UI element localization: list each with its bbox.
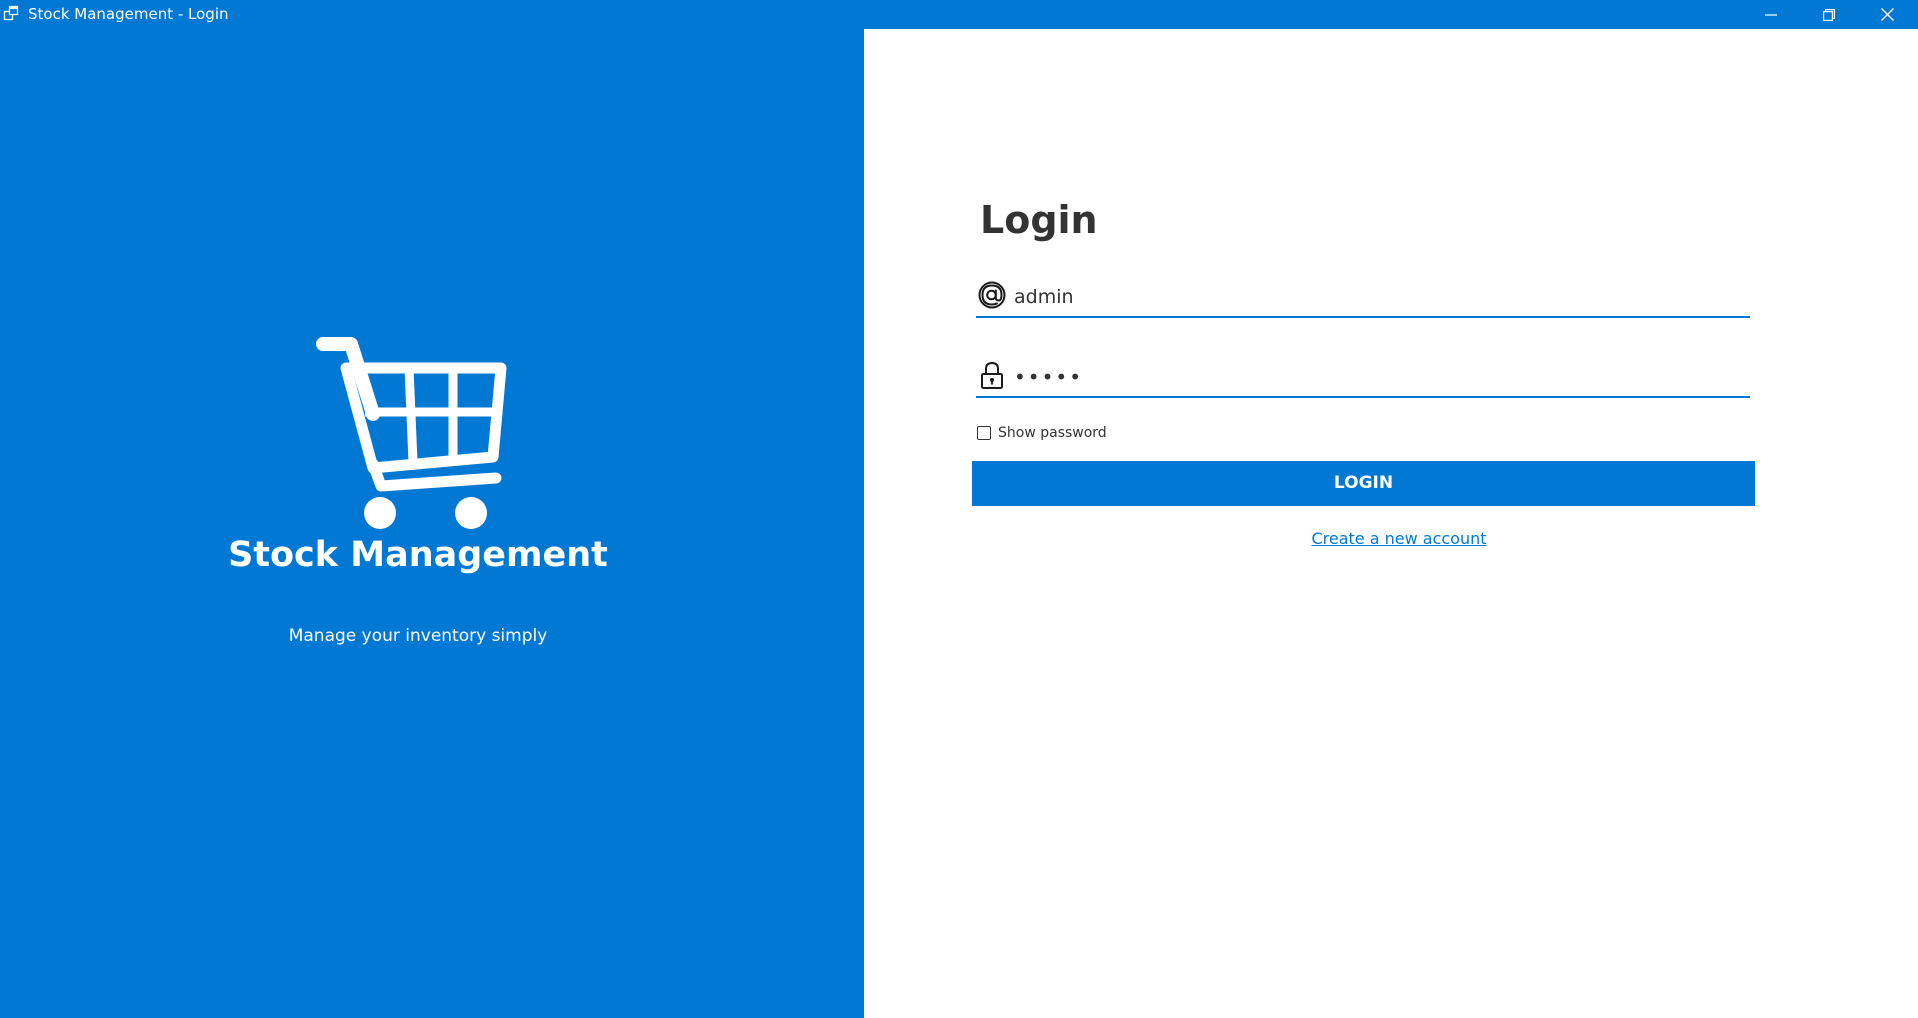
title-bar: Stock Management - Login: [0, 0, 1918, 29]
lock-icon: [981, 361, 1003, 389]
restore-button[interactable]: [1800, 0, 1858, 29]
restore-icon: [1823, 8, 1835, 21]
login-button[interactable]: LOGIN: [972, 461, 1755, 506]
password-input[interactable]: [1014, 362, 1734, 392]
brand-subtitle: Manage your inventory simply: [288, 626, 548, 646]
brand-title: Stock Management: [228, 535, 608, 575]
login-heading: Login: [980, 198, 1098, 242]
shopping-cart-icon: [316, 337, 507, 529]
brand-panel: Stock Management Manage your inventory s…: [0, 29, 864, 1018]
username-field: [976, 276, 1750, 318]
password-field: [976, 356, 1750, 398]
login-window: Stock Management - Login Stock Managemen…: [0, 0, 1918, 1018]
window-title: Stock Management - Login: [28, 5, 229, 23]
close-icon: [1880, 8, 1894, 21]
app-window-icon: [3, 5, 19, 21]
minimize-icon: [1765, 13, 1777, 16]
show-password-row[interactable]: Show password: [977, 423, 1107, 443]
show-password-label[interactable]: Show password: [998, 425, 1107, 441]
create-account-link[interactable]: Create a new account: [972, 528, 1826, 550]
show-password-checkbox[interactable]: [977, 426, 991, 440]
at-sign-icon: [978, 281, 1006, 309]
minimize-button[interactable]: [1742, 0, 1800, 29]
close-button[interactable]: [1858, 0, 1916, 29]
username-input[interactable]: [1014, 282, 1734, 312]
